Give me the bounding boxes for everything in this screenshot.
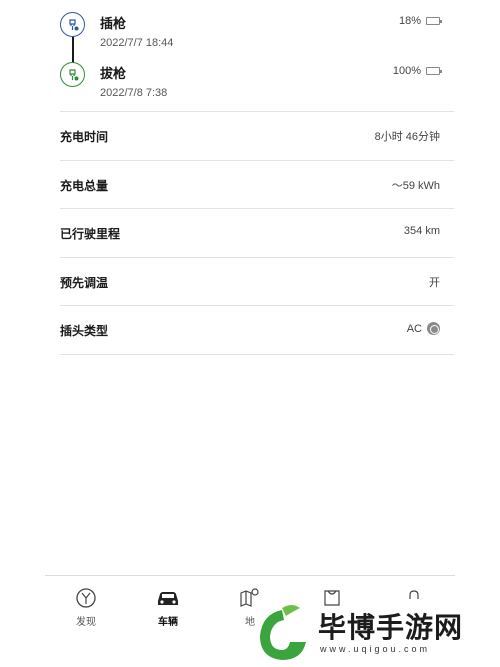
watermark-logo-icon <box>260 605 306 660</box>
watermark-text: 毕博手游网 <box>318 612 464 643</box>
charging-timeline: 插枪 2022/7/7 18:44 18% 拔枪 2022/7/8 7:38 1… <box>0 0 500 112</box>
tab-vehicle[interactable]: 车辆 <box>127 586 209 636</box>
event-time: 2022/7/7 18:44 <box>100 37 174 49</box>
event-title: 插枪 <box>100 16 127 31</box>
battery-icon <box>426 67 442 75</box>
row-value-text: AC <box>406 322 422 335</box>
watermark: 毕博手游网 www.uqigou.com <box>250 600 500 667</box>
row-label: 充电总量 <box>60 179 109 193</box>
row-value: AC <box>407 322 440 335</box>
event-title: 拔枪 <box>100 66 127 81</box>
detail-row-plug-type: 插头类型 AC <box>60 306 440 354</box>
battery-level: 18% <box>398 15 442 27</box>
tab-discover[interactable]: 发现 <box>45 586 127 636</box>
detail-row-mileage: 已行驶里程 354 km <box>60 209 440 257</box>
row-value-text: 354 km <box>403 225 440 237</box>
discover-icon <box>45 586 127 610</box>
tab-label: 发现 <box>76 617 96 628</box>
battery-level-text: 100% <box>392 65 421 77</box>
divider <box>60 354 454 355</box>
row-label: 预先调温 <box>60 276 109 290</box>
row-label: 插头类型 <box>60 324 109 338</box>
battery-level-text: 18% <box>398 15 421 27</box>
row-value: 8小时 46分钟 <box>375 128 440 144</box>
ac-plug-icon <box>427 322 440 335</box>
battery-level: 100% <box>392 65 442 77</box>
row-value-text: ～59 kWh <box>391 180 440 192</box>
row-value: 354 km <box>404 225 440 237</box>
detail-row-charging-time: 充电时间 8小时 46分钟 <box>60 112 440 160</box>
tab-label: 车辆 <box>158 617 178 628</box>
row-label: 已行驶里程 <box>60 227 121 241</box>
event-time: 2022/7/8 7:38 <box>100 87 168 99</box>
watermark-url: www.uqigou.com <box>320 644 431 654</box>
row-value: 开 <box>429 274 440 290</box>
row-value: ～59 kWh <box>392 177 440 193</box>
car-icon <box>127 586 209 610</box>
timeline-event-plug-in: 插枪 2022/7/7 18:44 18% <box>60 10 442 50</box>
detail-row-charge-amount: 充电总量 ～59 kWh <box>60 161 440 209</box>
row-label: 充电时间 <box>60 130 109 144</box>
plug-out-icon <box>60 62 85 87</box>
detail-row-preconditioning: 预先调温 开 <box>60 258 440 306</box>
row-value-text: 开 <box>429 277 440 289</box>
battery-icon <box>426 17 442 25</box>
plug-in-icon <box>60 12 85 37</box>
row-value-text: 8小时 46分钟 <box>374 131 440 143</box>
timeline-event-plug-out: 拔枪 2022/7/8 7:38 100% <box>60 60 442 100</box>
